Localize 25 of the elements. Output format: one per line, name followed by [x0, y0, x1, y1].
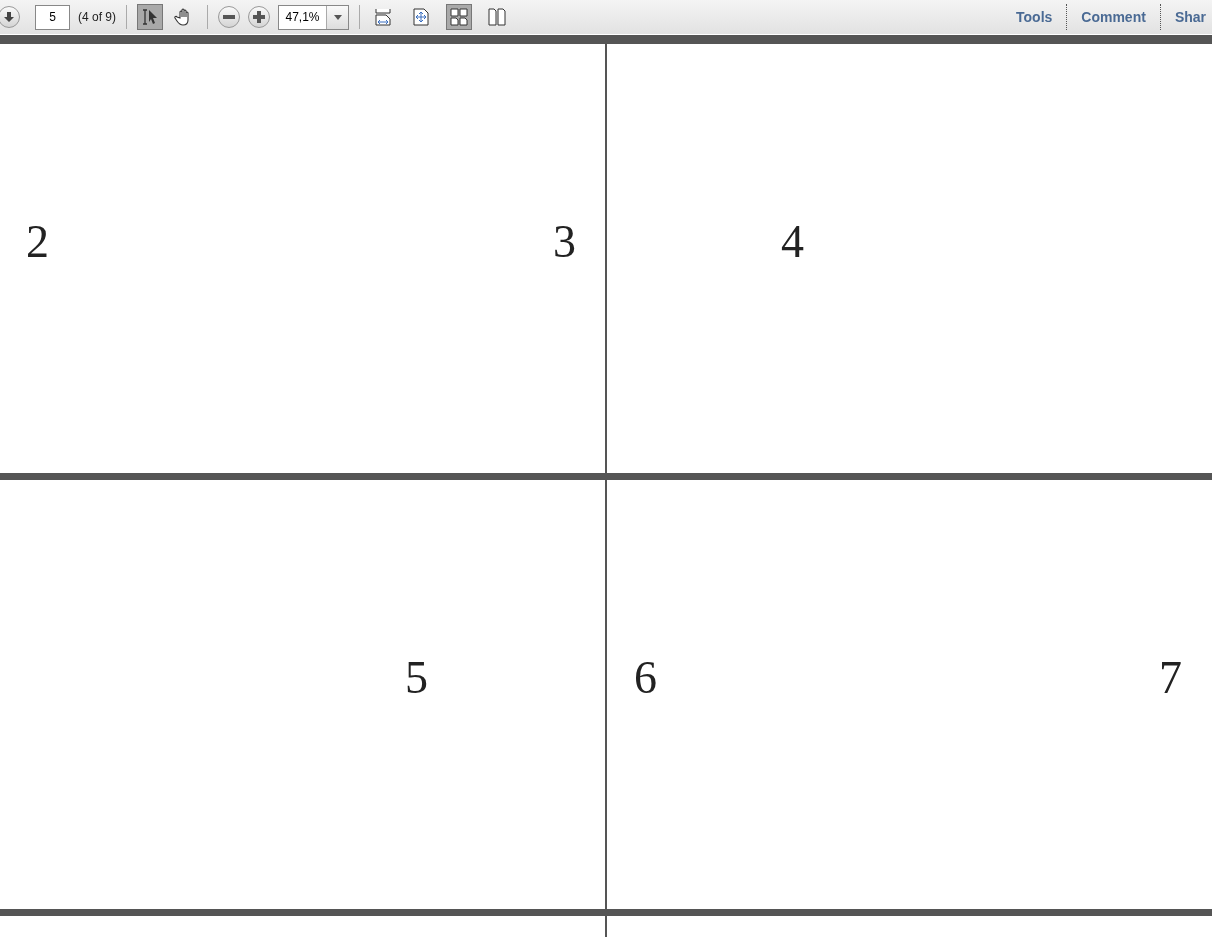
scroll-page-icon	[373, 7, 393, 27]
pane-link[interactable]: Shar	[1168, 9, 1212, 25]
page-number: 6	[634, 655, 657, 701]
page-number: 7	[1159, 655, 1182, 701]
arrow-down-icon	[3, 11, 15, 23]
page-number: 2	[26, 219, 49, 265]
plus-icon	[252, 10, 266, 24]
zoom-in-button[interactable]	[248, 6, 270, 28]
fit-page-icon	[411, 7, 431, 27]
page-number-field[interactable]: 5	[35, 4, 70, 30]
page-count: (4 of 9)	[78, 10, 116, 24]
two-up-icon	[487, 7, 507, 27]
pane-link[interactable]: Tools	[1010, 9, 1059, 25]
page-number: 4	[781, 219, 804, 265]
caret-icon	[333, 14, 342, 20]
view-button[interactable]	[446, 4, 472, 30]
next-page-button[interactable]	[0, 6, 20, 28]
zoom-out-button[interactable]	[218, 6, 240, 28]
zoom-field[interactable]: 47,1%	[278, 4, 349, 30]
select-tool-button[interactable]	[137, 4, 163, 30]
page-number: 5	[405, 655, 428, 701]
pane-link[interactable]: Comment	[1075, 9, 1152, 25]
two-page-icon	[449, 7, 469, 27]
page-number: 3	[553, 219, 576, 265]
cursor-icon	[140, 7, 160, 27]
